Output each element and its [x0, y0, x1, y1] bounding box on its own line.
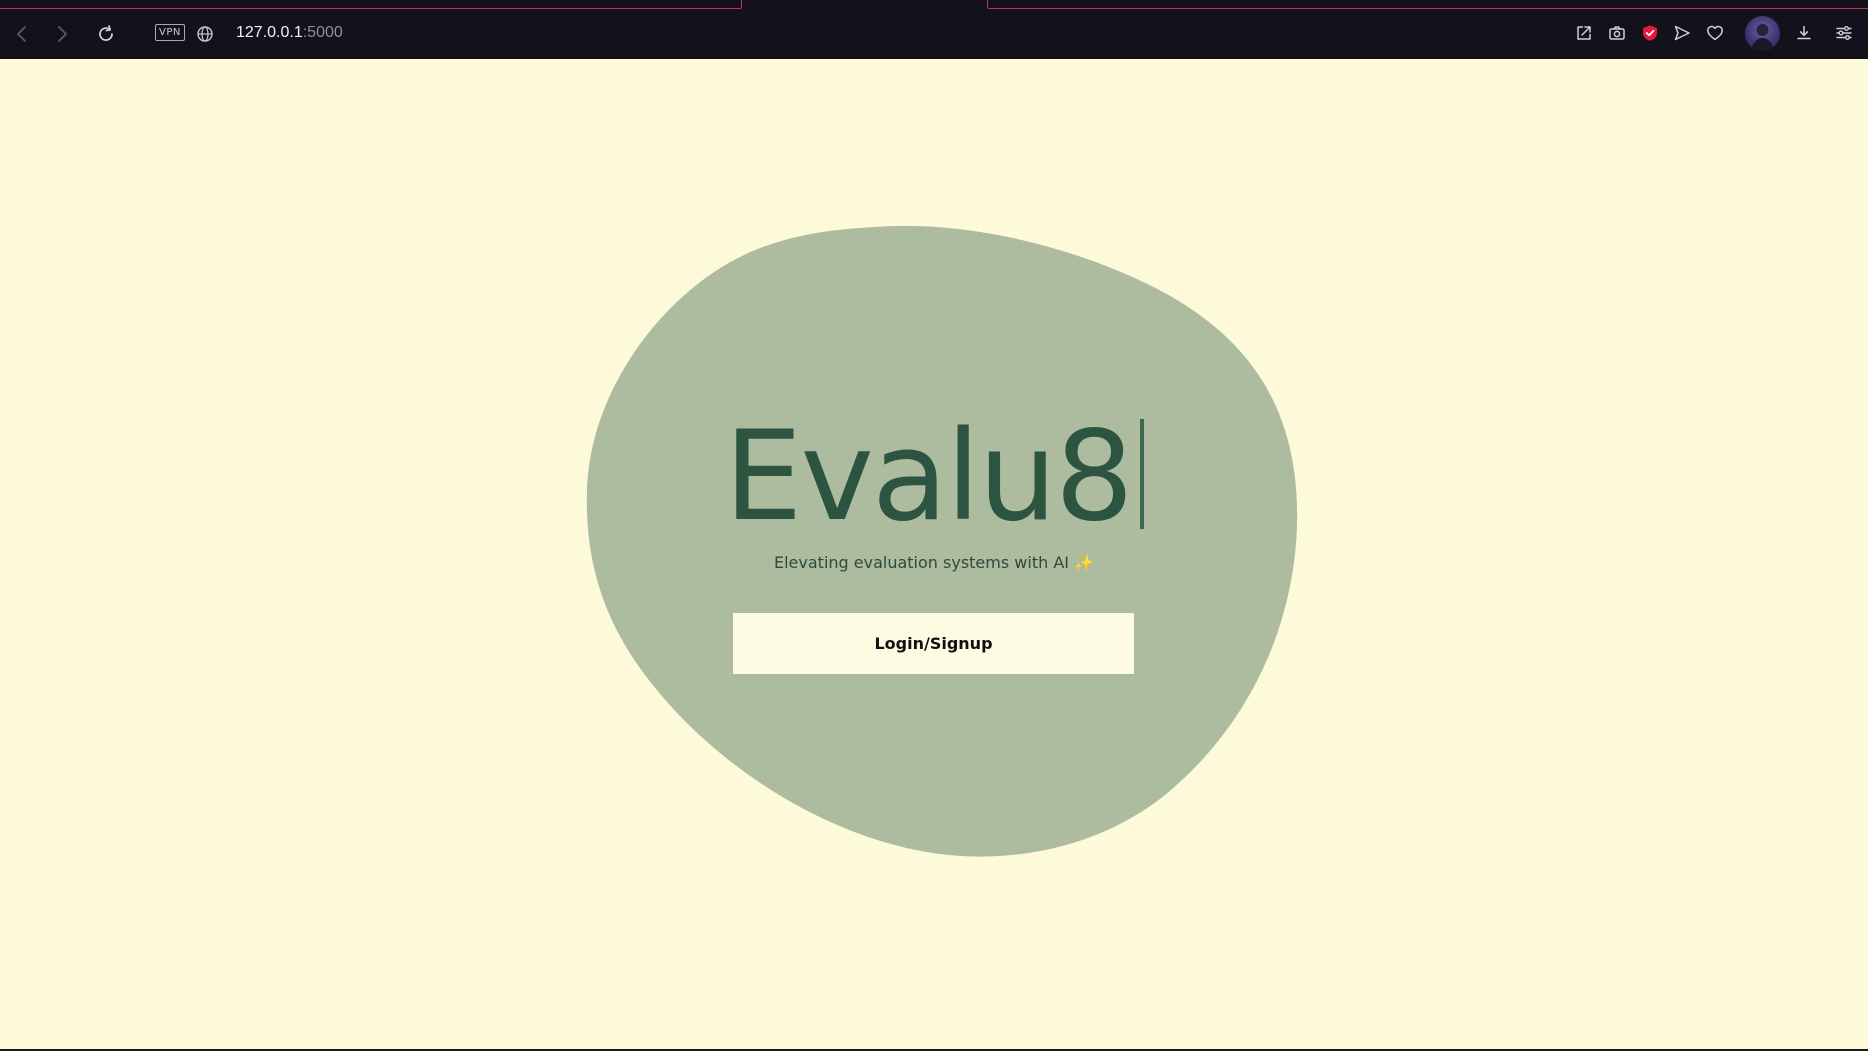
site-info-button[interactable]	[191, 20, 219, 48]
profile-picture-icon	[1751, 24, 1774, 51]
page-title: Evalu8	[0, 407, 1868, 547]
avatar[interactable]	[1745, 16, 1780, 51]
send-button[interactable]	[1668, 19, 1696, 47]
tab-strip-left	[0, 0, 742, 9]
reload-button[interactable]	[92, 20, 120, 48]
url-port: :5000	[302, 24, 343, 41]
easy-setup-button[interactable]	[1830, 19, 1858, 47]
share-button[interactable]	[1570, 19, 1598, 47]
vpn-badge[interactable]: VPN	[155, 24, 185, 41]
reload-icon	[99, 25, 113, 41]
screenshot-button[interactable]	[1603, 19, 1631, 47]
downloads-button[interactable]	[1790, 19, 1818, 47]
typing-caret	[1139, 419, 1144, 529]
camera-icon	[1609, 26, 1625, 40]
page-viewport: Evalu8 Elevating evaluation systems with…	[0, 59, 1868, 1049]
forward-button[interactable]	[48, 20, 76, 48]
download-icon	[1797, 25, 1811, 40]
heart-icon	[1707, 25, 1723, 41]
address-bar[interactable]: 127.0.0.1:5000	[236, 22, 343, 44]
tab-strip-right	[987, 0, 1868, 9]
favorites-button[interactable]	[1701, 19, 1729, 47]
globe-icon	[197, 26, 213, 42]
shield-icon	[1643, 25, 1657, 41]
send-icon	[1674, 25, 1690, 41]
browser-toolbar: VPN 127.0.0.1:5000	[0, 0, 1868, 59]
page-subtitle: Elevating evaluation systems with AI ✨	[774, 553, 1094, 572]
back-button[interactable]	[8, 20, 36, 48]
chevron-right-icon	[58, 26, 67, 42]
login-signup-button[interactable]: Login/Signup	[733, 613, 1134, 674]
settings-icon	[1836, 26, 1852, 40]
share-icon	[1577, 26, 1591, 40]
chevron-left-icon	[17, 26, 26, 42]
adblock-button[interactable]	[1636, 19, 1664, 47]
title-text: Evalu8	[724, 405, 1134, 549]
url-host: 127.0.0.1	[236, 24, 303, 41]
